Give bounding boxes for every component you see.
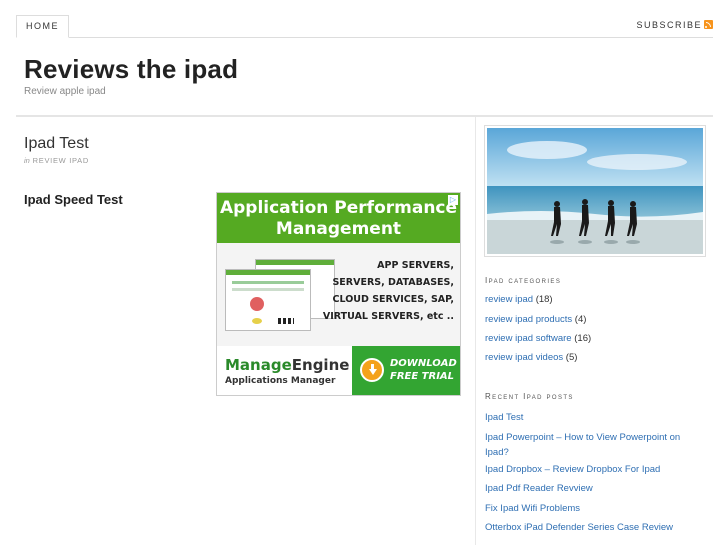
site-description: Review apple ipad [24,86,106,97]
ad-screenshot-graphic [225,259,335,331]
ad-feature-2: SERVERS, DATABASES, [332,277,454,288]
category-count: (4) [574,314,587,325]
post-category-link[interactable]: REVIEW IPAD [33,156,89,165]
category-link-review-ipad-software[interactable]: review ipad software (16) [485,333,591,344]
download-free-trial-button[interactable]: DOWNLOAD FREE TRIAL [352,346,460,395]
ad-title-line1: Application Performance [219,198,458,218]
recent-post-link[interactable]: Ipad Powerpoint – How to View Powerpoint… [485,430,700,460]
recent-posts-widget-title: Recent Ipad posts [485,392,574,401]
ad-choices-icon[interactable]: ▷ [448,195,458,205]
beach-photo-graphic [487,128,703,254]
ad-title-line2: Management [275,219,402,239]
recent-post-link[interactable]: Otterbox iPad Defender Series Case Revie… [485,520,700,535]
post-meta: in REVIEW IPAD [24,156,89,165]
nav-home-tab[interactable]: HOME [16,15,69,38]
recent-post-link[interactable]: Ipad Pdf Reader Revview [485,481,700,496]
ad-feature-4: VIRTUAL SERVERS, etc .. [322,311,454,322]
category-label[interactable]: review ipad products [485,314,572,325]
category-link-review-ipad-videos[interactable]: review ipad videos (5) [485,352,577,363]
ad-product-name: Applications Manager [225,376,336,386]
ad-body: APP SERVERS, SERVERS, DATABASES, CLOUD S… [217,243,460,346]
download-button-text: DOWNLOAD FREE TRIAL [390,357,457,383]
category-label[interactable]: review ipad videos [485,352,563,363]
cta-line2: FREE TRIAL [390,371,455,382]
recent-post-link[interactable]: Fix Ipad Wifi Problems [485,501,700,516]
ad-feature-list: APP SERVERS, SERVERS, DATABASES, CLOUD S… [323,257,454,325]
category-link-review-ipad-products[interactable]: review ipad products (4) [485,314,586,325]
category-label[interactable]: review ipad software [485,333,572,344]
recent-post-link[interactable]: Ipad Test [485,410,700,425]
subscribe-label[interactable]: SUBSCRIBE [636,20,702,30]
post-title[interactable]: Ipad Test [24,135,89,153]
ad-feature-3: CLOUD SERVICES, SAP, [332,294,454,305]
category-link-review-ipad[interactable]: review ipad (18) [485,294,553,305]
category-count: (18) [535,294,553,305]
category-label[interactable]: review ipad [485,294,533,305]
download-arrow-icon [360,358,384,382]
recent-post-link[interactable]: Ipad Dropbox – Review Dropbox For Ipad [485,462,700,477]
brand-part-a: Manage [225,356,292,374]
rss-icon[interactable] [704,20,713,29]
ad-feature-1: APP SERVERS, [377,260,454,271]
category-count: (16) [574,333,592,344]
sidebar: Ipad categories review ipad (18) review … [476,117,713,545]
category-count: (5) [565,352,578,363]
manageengine-logo: ManageEngine [225,356,349,374]
main-content: Ipad Test in REVIEW IPAD Ipad Speed Test… [16,117,476,545]
beach-runners-image [484,125,706,257]
ad-headline: Application Performance Management [217,193,460,243]
post-heading: Ipad Speed Test [24,192,123,207]
categories-widget-title: Ipad categories [485,276,562,285]
post-meta-prefix: in [24,156,30,165]
cta-line1: DOWNLOAD [390,358,457,369]
advertisement-banner[interactable]: Application Performance Management ▷ APP… [216,192,461,396]
site-title[interactable]: Reviews the ipad [24,54,238,85]
brand-part-b: Engine [291,356,350,374]
ad-footer: ManageEngine Applications Manager DOWNLO… [217,346,460,395]
top-navigation: HOME SUBSCRIBE [16,15,713,38]
subscribe-link[interactable]: SUBSCRIBE [636,20,713,30]
